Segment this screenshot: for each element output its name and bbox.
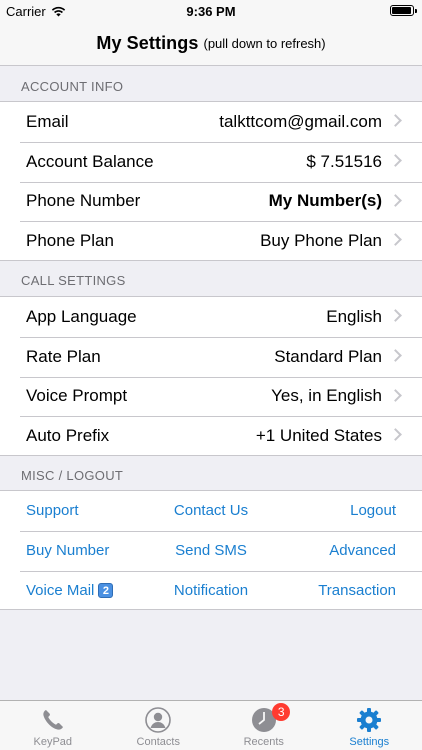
gear-icon [357, 708, 382, 732]
row-auto-prefix[interactable]: Auto Prefix +1 United States [0, 416, 422, 456]
auto-prefix-value: +1 United States [255, 426, 382, 446]
account-info-group: Email talkttcom@gmail.com Account Balanc… [0, 101, 422, 261]
page-subtitle: (pull down to refresh) [203, 36, 326, 51]
chevron-right-icon [389, 193, 402, 207]
chevron-right-icon [389, 428, 402, 442]
section-header-account-info: ACCOUNT INFO [21, 79, 124, 94]
voice-prompt-label: Voice Prompt [26, 386, 128, 406]
page-title: My Settings [96, 33, 199, 53]
app-language-value: English [326, 306, 382, 326]
misc-row-1: Support Contact Us Logout [0, 491, 422, 531]
account-balance-label: Account Balance [26, 151, 154, 171]
tab-keypad-label: KeyPad [33, 736, 73, 748]
tab-bar: KeyPad Contacts 3 Recents Settings [0, 700, 422, 750]
auto-prefix-label: Auto Prefix [26, 426, 110, 446]
tab-settings-label: Settings [349, 736, 390, 748]
advanced-link[interactable]: Advanced [329, 542, 396, 559]
row-phone-plan[interactable]: Phone Plan Buy Phone Plan [0, 221, 422, 261]
phone-plan-label: Phone Plan [26, 231, 114, 251]
tab-recents-label: Recents [243, 736, 284, 748]
row-app-language[interactable]: App Language English [0, 297, 422, 337]
status-time: 9:36 PM [186, 4, 236, 19]
row-rate-plan[interactable]: Rate Plan Standard Plan [0, 336, 422, 377]
contact-icon [145, 707, 172, 733]
row-phone-number[interactable]: Phone Number My Number(s) [0, 181, 422, 222]
row-voice-prompt[interactable]: Voice Prompt Yes, in English [0, 376, 422, 417]
chevron-right-icon [389, 233, 402, 247]
battery-icon [390, 5, 417, 16]
section-header-misc-logout: MISC / LOGOUT [21, 468, 124, 483]
rate-plan-label: Rate Plan [26, 346, 101, 366]
rate-plan-value: Standard Plan [274, 346, 382, 366]
transaction-link[interactable]: Transaction [318, 582, 396, 599]
account-balance-value: $ 7.51516 [306, 151, 382, 171]
phone-number-label: Phone Number [26, 191, 141, 211]
email-label: Email [26, 111, 69, 131]
misc-logout-group: Support Contact Us Logout Buy Number Sen… [0, 490, 422, 610]
phone-plan-value: Buy Phone Plan [260, 231, 382, 251]
email-value: talkttcom@gmail.com [219, 111, 382, 131]
misc-row-3: Voice Mail 2 Notification Transaction [0, 570, 422, 611]
chevron-right-icon [389, 114, 402, 127]
phone-number-value: My Number(s) [268, 191, 382, 211]
voice-prompt-value: Yes, in English [271, 386, 382, 406]
misc-row-2: Buy Number Send SMS Advanced [0, 530, 422, 571]
section-header-call-settings: CALL SETTINGS [21, 273, 126, 288]
navigation-bar: My Settings (pull down to refresh) [0, 22, 422, 66]
recents-badge: 3 [272, 703, 291, 721]
call-settings-group: App Language English Rate Plan Standard … [0, 296, 422, 456]
app-language-label: App Language [26, 306, 137, 326]
row-email[interactable]: Email talkttcom@gmail.com [0, 102, 422, 142]
chevron-right-icon [389, 348, 402, 362]
tab-keypad[interactable]: KeyPad [0, 701, 106, 750]
logout-link[interactable]: Logout [350, 502, 396, 519]
tab-contacts[interactable]: Contacts [106, 701, 212, 750]
chevron-right-icon [389, 153, 402, 167]
status-bar: Carrier 9:36 PM [0, 0, 422, 22]
tab-settings[interactable]: Settings [317, 701, 422, 750]
chevron-right-icon [389, 309, 402, 322]
tab-contacts-label: Contacts [136, 736, 180, 748]
row-account-balance[interactable]: Account Balance $ 7.51516 [0, 141, 422, 182]
tab-recents[interactable]: 3 Recents [211, 701, 317, 750]
phone-icon [43, 710, 63, 730]
chevron-right-icon [389, 388, 402, 402]
